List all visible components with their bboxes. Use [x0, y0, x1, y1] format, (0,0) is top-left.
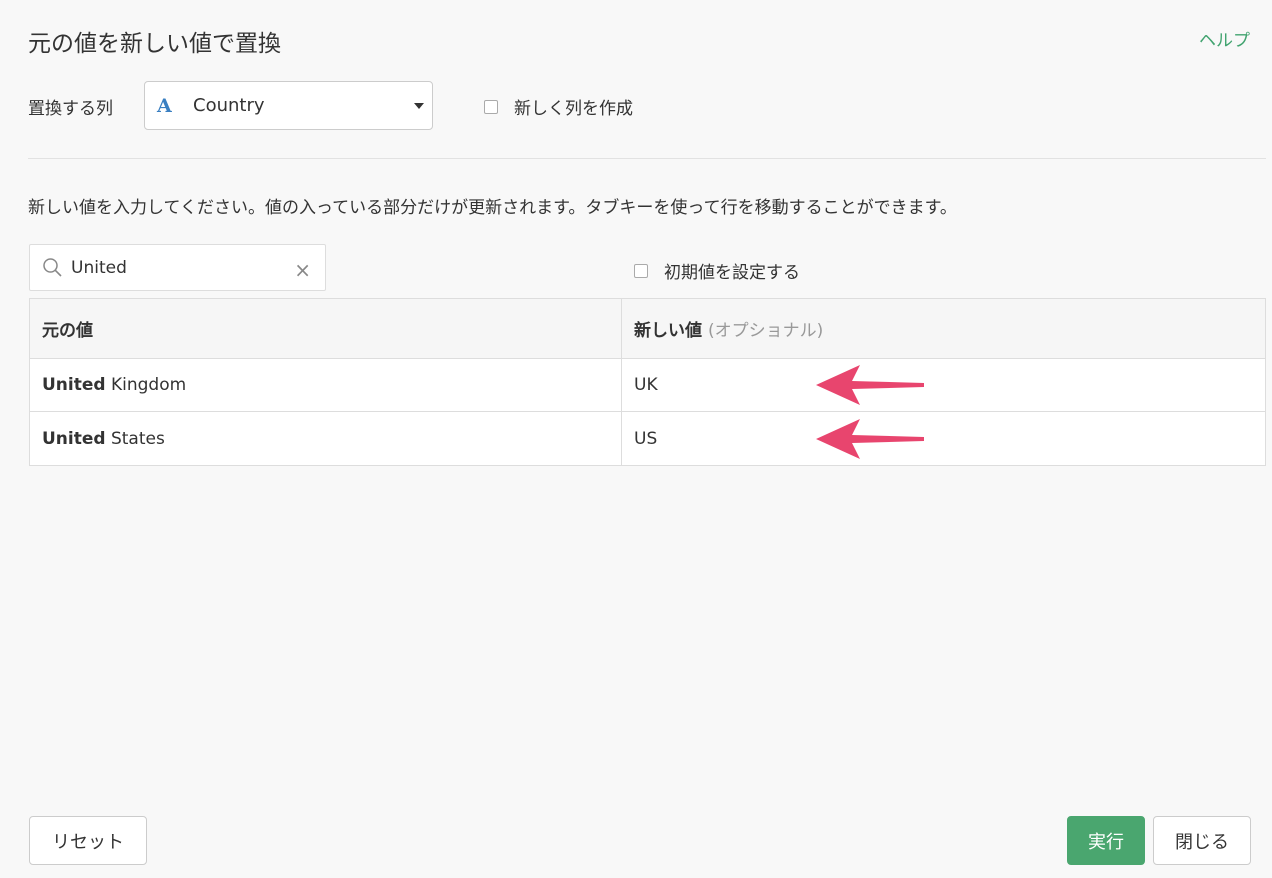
default-value-label: 初期値を設定する	[664, 263, 800, 283]
help-link[interactable]: ヘルプ	[1199, 26, 1250, 51]
header-original-value: 元の値	[30, 299, 622, 358]
header-new-label: 新しい値	[634, 321, 702, 341]
annotation-arrow-icon	[816, 365, 924, 405]
default-value-checkbox[interactable]	[634, 263, 648, 278]
section-divider	[28, 158, 1266, 159]
instruction-text: 新しい値を入力してください。値の入っている部分だけが更新されます。タブキーを使っ…	[28, 198, 957, 218]
column-select[interactable]: A Country	[144, 81, 433, 130]
new-value-cell[interactable]: US	[622, 412, 1265, 465]
close-button[interactable]: 閉じる	[1153, 816, 1251, 865]
string-type-icon: A	[157, 94, 172, 117]
new-column-checkbox[interactable]	[484, 99, 498, 114]
reset-button[interactable]: リセット	[29, 816, 147, 865]
replace-table: 元の値 新しい値 (オプショナル) United Kingdom UK Unit…	[29, 298, 1266, 466]
match-highlight: United	[42, 375, 106, 395]
search-input[interactable]	[71, 257, 291, 278]
search-icon	[42, 257, 64, 283]
header-original-label: 元の値	[42, 321, 93, 341]
header-new-value: 新しい値 (オプショナル)	[622, 299, 1265, 358]
default-value-option[interactable]: 初期値を設定する	[634, 258, 800, 283]
match-highlight: United	[42, 428, 106, 449]
run-button[interactable]: 実行	[1067, 816, 1145, 865]
new-column-option[interactable]: 新しく列を作成	[484, 94, 633, 119]
original-value-cell: United States	[30, 412, 622, 465]
original-value-rest: States	[105, 428, 165, 449]
original-value-cell: United Kingdom	[30, 359, 622, 411]
table-row: United States US	[30, 412, 1265, 465]
caret-down-icon	[414, 103, 424, 109]
table-row: United Kingdom UK	[30, 359, 1265, 412]
table-header-row: 元の値 新しい値 (オプショナル)	[30, 299, 1265, 359]
new-value-text[interactable]: UK	[634, 375, 658, 395]
new-value-text[interactable]: US	[634, 429, 657, 449]
column-select-value: Country	[193, 95, 265, 116]
new-value-cell[interactable]: UK	[622, 359, 1265, 411]
column-select-label: 置換する列	[28, 99, 113, 119]
clear-icon[interactable]: ×	[294, 258, 311, 282]
search-box[interactable]: ×	[29, 244, 326, 291]
header-optional-label: (オプショナル)	[708, 321, 824, 341]
dialog-title: 元の値を新しい値で置換	[28, 31, 281, 57]
annotation-arrow-icon	[816, 418, 924, 459]
new-column-label: 新しく列を作成	[514, 99, 633, 119]
original-value-rest: Kingdom	[105, 375, 187, 395]
